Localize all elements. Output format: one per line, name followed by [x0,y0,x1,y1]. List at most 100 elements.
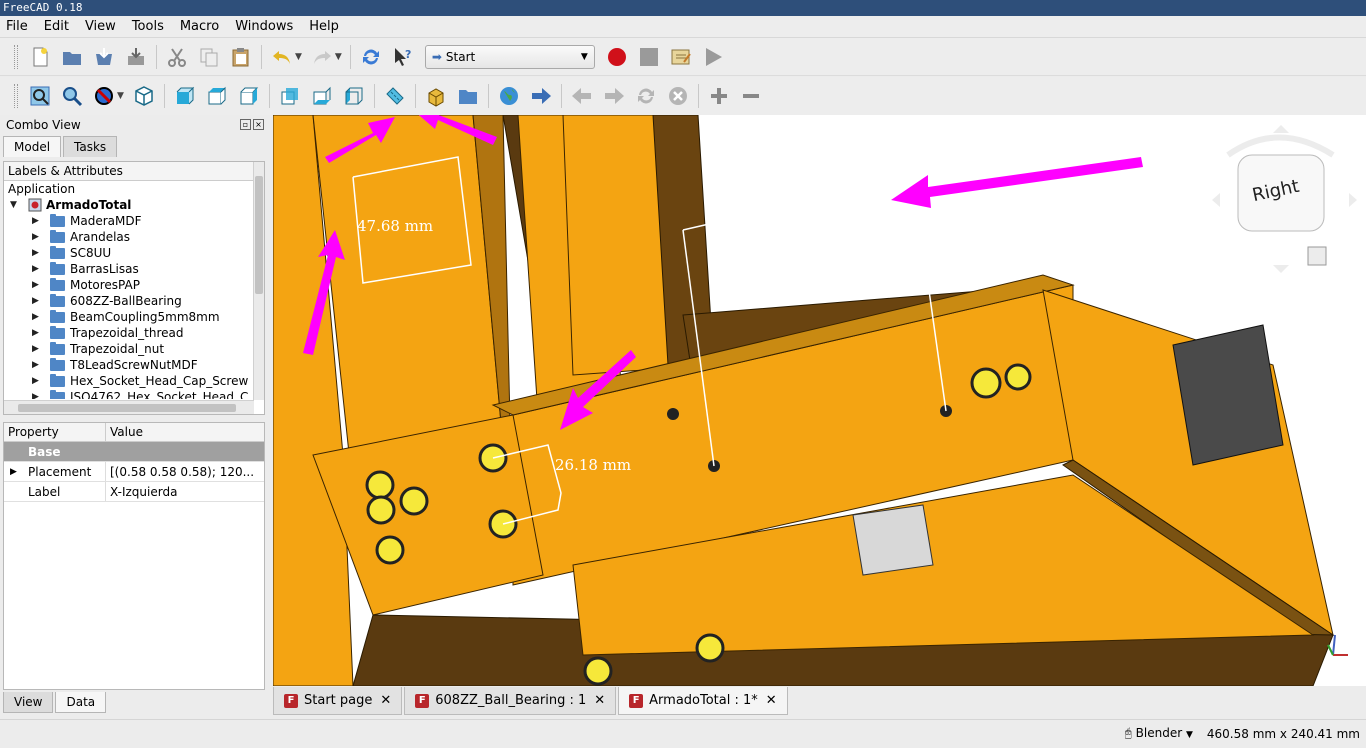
collapsed-arrow-icon[interactable]: ▶ [32,261,39,277]
menu-windows[interactable]: Windows [235,19,293,34]
close-icon[interactable]: ✕ [380,693,391,708]
doc-tab-start-page[interactable]: F Start page ✕ [273,687,403,715]
float-panel-icon[interactable]: ▫ [240,119,251,130]
scrollbar-thumb[interactable] [255,176,263,294]
collapsed-arrow-icon[interactable]: ▶ [32,245,39,261]
collapsed-arrow-icon[interactable]: ▶ [32,277,39,293]
tab-data[interactable]: Data [55,692,107,713]
copy-icon[interactable] [196,44,222,70]
model-render[interactable]: 47.68 mm 103.76 mm 26.18 mm Right [273,115,1366,686]
zoom-out-icon[interactable] [738,83,764,109]
tab-model[interactable]: Model [3,136,62,157]
menu-help[interactable]: Help [309,19,339,34]
tree-item[interactable]: ▶ MotoresPAP [4,277,264,293]
fit-all-icon[interactable] [27,83,53,109]
workbench-selector[interactable]: ➡ Start ▼ [424,44,595,69]
redo-icon[interactable] [309,44,335,70]
create-group-icon[interactable] [455,83,481,109]
tree-item[interactable]: ▶ SC8UU [4,245,264,261]
collapsed-arrow-icon[interactable]: ▶ [32,389,39,399]
tree-item[interactable]: ▶ Arandelas [4,229,264,245]
menu-macro[interactable]: Macro [180,19,219,34]
menu-view[interactable]: View [85,19,116,34]
stop-loading-icon[interactable] [665,83,691,109]
scrollbar-thumb[interactable] [18,404,236,412]
run-macro-icon[interactable] [700,44,726,70]
top-view-icon[interactable] [204,83,230,109]
tab-view[interactable]: View [3,692,54,713]
3d-viewport[interactable]: 47.68 mm 103.76 mm 26.18 mm Right [273,115,1366,686]
tree-item[interactable]: ▶ Trapezoidal_thread [4,325,264,341]
collapsed-arrow-icon[interactable]: ▶ [32,325,39,341]
tree-row-root[interactable]: ▼ ArmadoTotal [4,197,264,213]
tree-item[interactable]: ▶ 608ZZ-BallBearing [4,293,264,309]
collapsed-arrow-icon[interactable]: ▶ [32,213,39,229]
tree-item[interactable]: ▶ Hex_Socket_Head_Cap_Screw [4,373,264,389]
left-view-icon[interactable] [341,83,367,109]
navigate-back-icon[interactable] [569,83,595,109]
tree-item[interactable]: ▶ T8LeadScrewNutMDF [4,357,264,373]
reload-page-icon[interactable] [633,83,659,109]
toolbar-grip[interactable] [14,44,18,69]
tab-tasks[interactable]: Tasks [63,136,118,157]
edit-macro-icon[interactable] [668,44,694,70]
save-as-icon[interactable] [123,44,149,70]
new-file-icon[interactable] [27,44,53,70]
cut-icon[interactable] [164,44,190,70]
property-group-row[interactable]: Base [4,442,264,462]
property-row-label[interactable]: Label X-Izquierda [4,482,264,502]
navigation-style-selector[interactable]: 🖰 Blender ▼ [1125,726,1193,741]
tree-vertical-scrollbar[interactable] [253,162,264,400]
tree-item[interactable]: ▶ ISO4762_Hex_Socket_Head_C [4,389,264,399]
draw-style-icon[interactable] [91,83,117,109]
tree-item[interactable]: ▶ Trapezoidal_nut [4,341,264,357]
tree-item[interactable]: ▶ MaderaMDF [4,213,264,229]
stop-macro-icon[interactable] [636,44,662,70]
undo-icon[interactable] [269,44,295,70]
save-icon[interactable] [91,44,117,70]
tree-row-application[interactable]: Application [4,181,264,197]
open-file-icon[interactable] [59,44,85,70]
measure-distance-icon[interactable] [382,83,408,109]
collapsed-arrow-icon[interactable]: ▶ [32,357,39,373]
right-view-icon[interactable] [236,83,262,109]
doc-tab-608zz[interactable]: F 608ZZ_Ball_Bearing : 1 ✕ [404,687,617,715]
bottom-view-icon[interactable] [309,83,335,109]
collapsed-arrow-icon[interactable]: ▶ [32,293,39,309]
property-value[interactable]: X-Izquierda [106,482,264,501]
toolbar-grip[interactable] [14,84,18,108]
redo-dropdown-icon[interactable]: ▼ [335,52,342,62]
property-value[interactable]: [(0.58 0.58 0.58); 120... [106,462,264,481]
fit-selection-icon[interactable] [59,83,85,109]
menu-edit[interactable]: Edit [44,19,69,34]
collapsed-arrow-icon[interactable]: ▶ [32,229,39,245]
expand-arrow-icon[interactable]: ▶ [10,462,17,482]
navigate-forward-icon[interactable] [601,83,627,109]
menu-file[interactable]: File [6,19,28,34]
paste-icon[interactable] [228,44,254,70]
expanded-arrow-icon[interactable]: ▼ [10,197,17,213]
collapsed-arrow-icon[interactable]: ▶ [32,341,39,357]
create-part-icon[interactable] [423,83,449,109]
record-macro-icon[interactable] [604,44,630,70]
axonometric-view-icon[interactable] [131,83,157,109]
collapsed-arrow-icon[interactable]: ▶ [32,309,39,325]
tree-item[interactable]: ▶ BeamCoupling5mm8mm [4,309,264,325]
doc-tab-armadototal[interactable]: F ArmadoTotal : 1* ✕ [618,687,788,715]
close-icon[interactable]: ✕ [594,693,605,708]
whats-this-icon[interactable]: ? [390,44,416,70]
close-panel-icon[interactable]: × [253,119,264,130]
tree-item[interactable]: ▶ BarrasLisas [4,261,264,277]
undo-dropdown-icon[interactable]: ▼ [295,52,302,62]
property-row-placement[interactable]: ▶ Placement [(0.58 0.58 0.58); 120... [4,462,264,482]
front-view-icon[interactable] [172,83,198,109]
menu-tools[interactable]: Tools [132,19,164,34]
zoom-in-icon[interactable] [706,83,732,109]
refresh-icon[interactable] [358,44,384,70]
rear-view-icon[interactable] [277,83,303,109]
set-url-icon[interactable] [528,83,554,109]
close-icon[interactable]: ✕ [766,693,777,708]
draw-style-dropdown-icon[interactable]: ▼ [117,91,124,101]
collapsed-arrow-icon[interactable]: ▶ [32,373,39,389]
web-browser-icon[interactable] [496,83,522,109]
